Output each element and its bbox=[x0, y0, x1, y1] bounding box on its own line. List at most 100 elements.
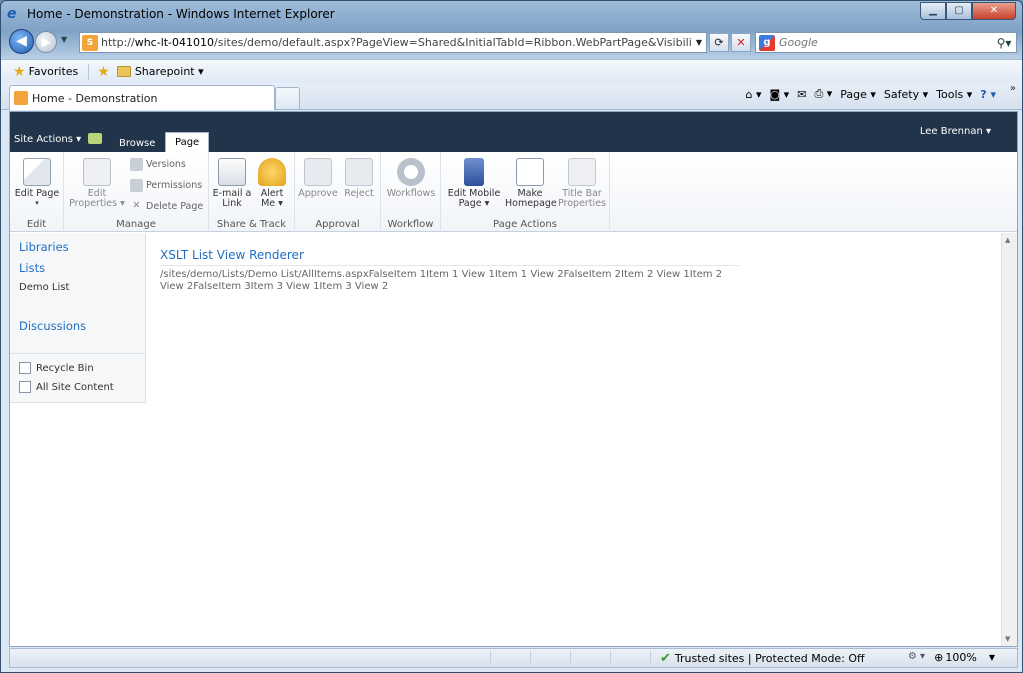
zone-settings-icon[interactable]: ⚙ ▾ bbox=[908, 651, 925, 662]
tab-favicon-icon bbox=[14, 91, 28, 105]
delete-icon: ✕ bbox=[132, 200, 141, 211]
ribbon-group-page-actions: Edit Mobile Page ▾ Make Homepage Title B… bbox=[441, 152, 610, 232]
google-icon: g bbox=[759, 34, 775, 51]
ribbon-group-edit: Edit Page ▾ Edit bbox=[10, 152, 64, 232]
ie-logo-icon: e bbox=[7, 6, 17, 22]
mail-icon[interactable]: ✉ bbox=[797, 88, 806, 101]
nav-lists[interactable]: Lists bbox=[19, 261, 45, 275]
scroll-up-icon[interactable]: ▲ bbox=[1005, 236, 1010, 244]
page-menu[interactable]: Page ▾ bbox=[840, 88, 876, 101]
zoom-icon: ⊕ bbox=[934, 651, 944, 664]
add-favorite-button[interactable]: ★ bbox=[97, 64, 113, 80]
minimize-button[interactable]: ▁ bbox=[920, 2, 946, 20]
print-icon[interactable]: ⎙ ▾ bbox=[814, 87, 832, 101]
recycle-bin-icon bbox=[19, 362, 31, 374]
tab-browse[interactable]: Browse bbox=[112, 136, 162, 151]
workflows-button[interactable]: Workflows bbox=[385, 158, 437, 199]
home-icon[interactable]: ⌂ ▾ bbox=[746, 88, 762, 101]
nav-libraries[interactable]: Libraries bbox=[19, 240, 69, 254]
ribbon-group-share-track: E-mail a Link Alert Me ▾ Share & Track bbox=[209, 152, 295, 232]
add-favorite-icon: ★ bbox=[97, 63, 110, 80]
ribbon: Edit Page ▾ Edit Edit Properties ▾ Versio… bbox=[10, 152, 1017, 232]
site-content-icon bbox=[19, 381, 31, 393]
nav-all-site-content[interactable]: All Site Content bbox=[19, 381, 114, 393]
email-link-button[interactable]: E-mail a Link bbox=[212, 158, 252, 208]
address-bar[interactable]: S http://whc-lt-041010/sites/demo/defaul… bbox=[79, 32, 707, 53]
delete-page-button[interactable]: ✕ Delete Page bbox=[130, 200, 204, 213]
favorites-button[interactable]: ★ Favorites bbox=[13, 64, 78, 80]
tab-page[interactable]: Page bbox=[165, 132, 210, 152]
bell-icon bbox=[258, 158, 286, 186]
user-menu[interactable]: Lee Brennan ▾ bbox=[920, 126, 991, 137]
back-button[interactable]: ◀ bbox=[9, 29, 34, 54]
navigate-up-icon[interactable] bbox=[88, 133, 102, 144]
edit-page-icon bbox=[23, 158, 51, 186]
edit-mobile-page-button[interactable]: Edit Mobile Page ▾ bbox=[445, 158, 503, 208]
status-bar: ✔ Trusted sites | Protected Mode: Off ⚙ ▾… bbox=[9, 648, 1018, 668]
feeds-icon[interactable]: ◙ ▾ bbox=[770, 88, 790, 101]
nav-demo-list[interactable]: Demo List bbox=[19, 282, 69, 293]
new-tab-button[interactable] bbox=[275, 87, 300, 109]
address-url[interactable]: http://whc-lt-041010/sites/demo/default.… bbox=[101, 36, 692, 49]
close-button[interactable]: ✕ bbox=[972, 2, 1016, 20]
help-icon[interactable]: ? ▾ bbox=[980, 88, 996, 101]
scroll-down-icon[interactable]: ▼ bbox=[1005, 635, 1010, 643]
forward-button[interactable]: ▶ bbox=[35, 31, 57, 53]
workflows-icon bbox=[397, 158, 425, 186]
more-commands-icon[interactable]: » bbox=[1010, 83, 1016, 94]
security-zone[interactable]: ✔ Trusted sites | Protected Mode: Off bbox=[660, 651, 865, 666]
versions-icon bbox=[130, 158, 143, 171]
zoom-dropdown-icon[interactable]: ▼ bbox=[989, 653, 995, 662]
approve-button[interactable]: Approve bbox=[298, 158, 338, 199]
nav-recycle-bin[interactable]: Recycle Bin bbox=[19, 362, 94, 374]
nav-discussions[interactable]: Discussions bbox=[19, 319, 86, 333]
maximize-button[interactable]: ▢ bbox=[946, 2, 972, 20]
favorites-star-icon: ★ bbox=[13, 63, 26, 80]
title-bar: e Home - Demonstration - Windows Interne… bbox=[1, 1, 1022, 27]
window-title: Home - Demonstration - Windows Internet … bbox=[27, 7, 335, 21]
permissions-button[interactable]: Permissions bbox=[130, 179, 202, 192]
folder-icon bbox=[116, 66, 131, 77]
tools-menu[interactable]: Tools ▾ bbox=[936, 88, 972, 101]
ribbon-group-approval: Approve Reject Approval bbox=[295, 152, 381, 232]
browser-tab[interactable]: Home - Demonstration bbox=[9, 85, 275, 110]
vertical-scrollbar[interactable]: ▲ ▼ bbox=[1001, 233, 1017, 646]
permissions-icon bbox=[130, 179, 143, 192]
sharepoint-favorite-folder[interactable]: Sharepoint ▾ bbox=[116, 65, 204, 78]
search-icon[interactable]: ⚲▾ bbox=[992, 36, 1016, 50]
approve-icon bbox=[304, 158, 332, 186]
reject-button[interactable]: Reject bbox=[341, 158, 377, 199]
navigation-bar: ◀ ▶ ▼ S http://whc-lt-041010/sites/demo/… bbox=[1, 29, 1022, 57]
tab-row: Home - Demonstration ⌂ ▾ ◙ ▾ ✉ ⎙ ▾ Page … bbox=[1, 83, 1022, 110]
versions-button[interactable]: Versions bbox=[130, 158, 186, 171]
edit-properties-button[interactable]: Edit Properties ▾ bbox=[68, 158, 126, 208]
title-bar-properties-icon bbox=[568, 158, 596, 186]
safety-menu[interactable]: Safety ▾ bbox=[884, 88, 928, 101]
browser-window: e Home - Demonstration - Windows Interne… bbox=[0, 0, 1023, 673]
address-dropdown-icon[interactable]: ▼ bbox=[692, 38, 706, 47]
checkmark-icon: ✔ bbox=[660, 651, 671, 666]
stop-button[interactable]: ✕ bbox=[731, 33, 751, 52]
ribbon-group-workflow: Workflows Workflow bbox=[381, 152, 441, 232]
web-part-title[interactable]: XSLT List View Renderer bbox=[160, 248, 740, 266]
search-input[interactable] bbox=[779, 36, 992, 49]
web-part: XSLT List View Renderer /sites/demo/List… bbox=[160, 248, 740, 293]
web-part-body: /sites/demo/Lists/Demo List/AllItems.asp… bbox=[160, 269, 723, 292]
search-box[interactable]: g ⚲▾ bbox=[755, 32, 1017, 53]
sharepoint-favicon-icon: S bbox=[82, 34, 98, 51]
command-bar: ⌂ ▾ ◙ ▾ ✉ ⎙ ▾ Page ▾ Safety ▾ Tools ▾ ? … bbox=[738, 87, 997, 101]
reject-icon bbox=[345, 158, 373, 186]
mobile-icon bbox=[464, 158, 484, 186]
site-actions-menu[interactable]: Site Actions ▾ bbox=[14, 134, 81, 145]
quick-launch: Libraries Lists Demo List Discussions Re… bbox=[10, 233, 146, 403]
homepage-icon bbox=[516, 158, 544, 186]
favorites-bar: ★ Favorites ★ Sharepoint ▾ bbox=[1, 59, 1022, 83]
recent-pages-dropdown[interactable]: ▼ bbox=[61, 35, 67, 44]
alert-me-button[interactable]: Alert Me ▾ bbox=[253, 158, 291, 208]
zoom-control[interactable]: ⊕ 100% ▼ bbox=[934, 651, 995, 664]
make-homepage-button[interactable]: Make Homepage bbox=[505, 158, 557, 208]
edit-properties-icon bbox=[83, 158, 111, 186]
title-bar-properties-button[interactable]: Title Bar Properties bbox=[557, 158, 607, 208]
refresh-button[interactable]: ⟳ bbox=[709, 33, 729, 52]
edit-page-button[interactable]: Edit Page ▾ bbox=[13, 158, 61, 208]
